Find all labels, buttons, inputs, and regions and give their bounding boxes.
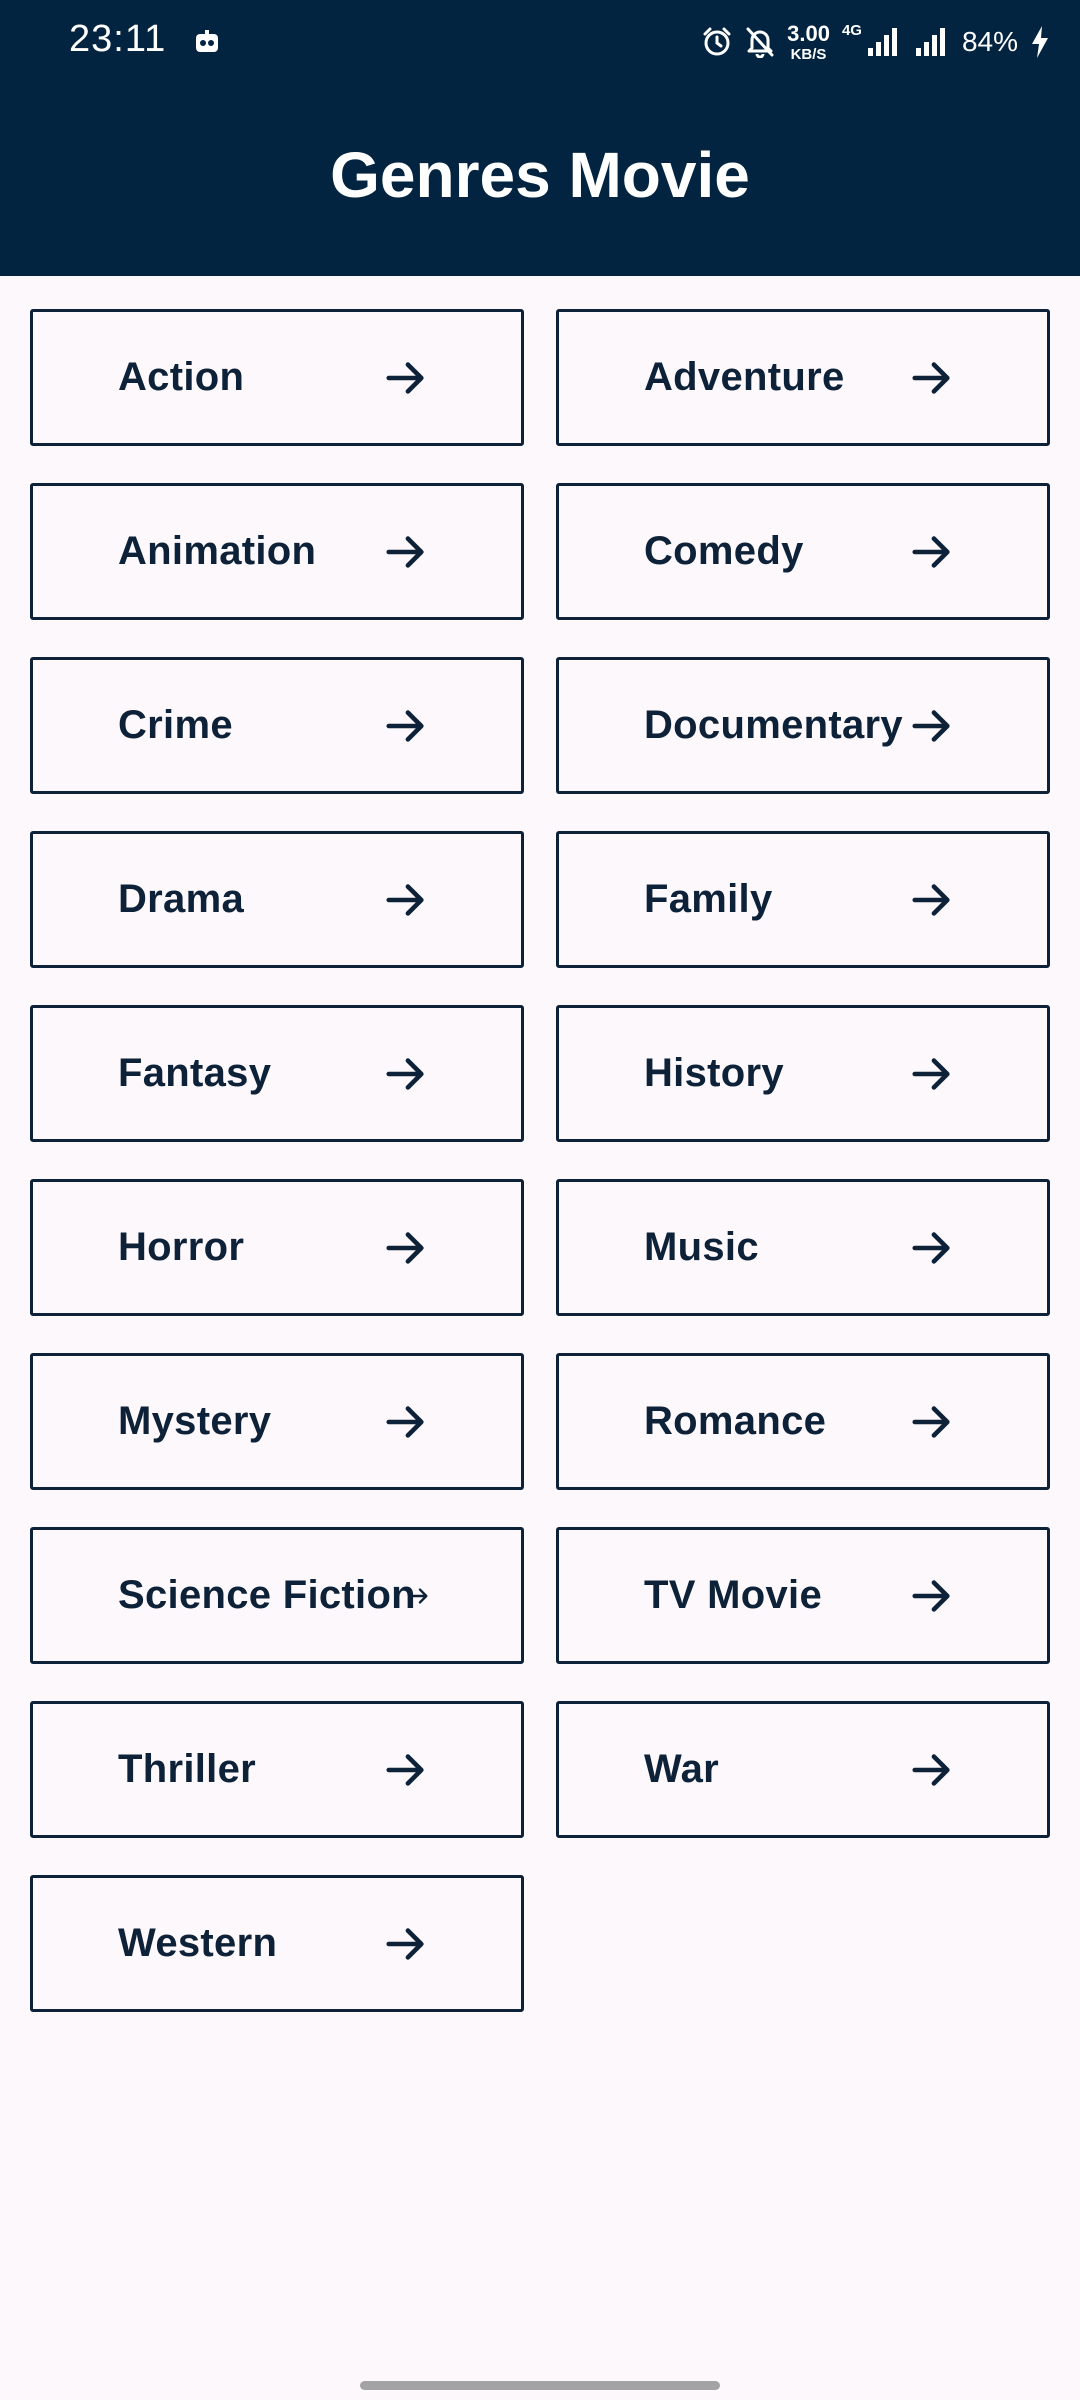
genre-label: Documentary	[644, 703, 903, 747]
net-speed-unit: KB/S	[790, 45, 827, 63]
app-bar: 23:11 3.00 KB/S 4G 84% Genres Movie	[0, 0, 1080, 276]
genre-label: Horror	[118, 1225, 245, 1269]
genre-card-tv-movie[interactable]: TV Movie	[556, 1527, 1050, 1664]
genre-card-fantasy[interactable]: Fantasy	[30, 1005, 524, 1142]
status-time: 23:11	[69, 18, 167, 60]
genre-card-crime[interactable]: Crime	[30, 657, 524, 794]
genre-card-thriller[interactable]: Thriller	[30, 1701, 524, 1838]
genre-label: Comedy	[644, 529, 804, 573]
arrow-right-icon	[912, 361, 950, 394]
arrow-right-icon	[912, 1057, 950, 1090]
network-type: 4G	[841, 22, 862, 39]
genre-card-comedy[interactable]: Comedy	[556, 483, 1050, 620]
net-speed: 3.00 KB/S	[787, 20, 830, 63]
arrow-right-icon	[386, 1405, 424, 1438]
genre-card-mystery[interactable]: Mystery	[30, 1353, 524, 1490]
genre-card-western[interactable]: Western	[30, 1875, 524, 2012]
genre-label: Fantasy	[118, 1051, 272, 1095]
arrow-right-icon	[912, 883, 950, 916]
notification-app-icon	[196, 30, 218, 52]
genre-label: Adventure	[644, 355, 845, 399]
arrow-right-icon	[386, 1753, 424, 1786]
page-title: Genres Movie	[330, 139, 750, 211]
genre-card-science-fiction[interactable]: Science Fiction	[30, 1527, 524, 1664]
genre-card-history[interactable]: History	[556, 1005, 1050, 1142]
signal-icon	[867, 28, 897, 56]
genre-label: War	[644, 1747, 719, 1791]
genre-card-war[interactable]: War	[556, 1701, 1050, 1838]
arrow-right-icon	[912, 1579, 950, 1612]
genre-card-horror[interactable]: Horror	[30, 1179, 524, 1316]
genre-label: Music	[644, 1225, 759, 1269]
signal-icon	[915, 28, 945, 56]
arrow-right-icon	[912, 1753, 950, 1786]
genre-label: Drama	[118, 877, 245, 921]
genre-grid: Action Adventure Animation Comedy Crime …	[30, 309, 1050, 2012]
genre-label: Science Fiction	[118, 1573, 416, 1617]
status-icons: 3.00 KB/S 4G 84%	[701, 16, 1050, 68]
alarm-icon	[703, 27, 731, 56]
genre-label: Romance	[644, 1399, 827, 1443]
genre-label: Action	[118, 355, 245, 399]
genre-label: Western	[118, 1921, 278, 1965]
genre-card-animation[interactable]: Animation	[30, 483, 524, 620]
arrow-right-icon	[386, 361, 424, 394]
genre-label: TV Movie	[644, 1573, 822, 1617]
charging-icon	[1032, 26, 1048, 58]
arrow-right-icon	[386, 1057, 424, 1090]
arrow-right-icon	[386, 1927, 424, 1960]
home-indicator[interactable]	[360, 2381, 720, 2390]
genre-label: Family	[644, 877, 773, 921]
genre-label: History	[644, 1051, 784, 1095]
genre-card-documentary[interactable]: Documentary	[556, 657, 1050, 794]
arrow-right-icon	[912, 535, 950, 568]
genre-label: Mystery	[118, 1399, 272, 1443]
bell-off-icon	[746, 27, 774, 58]
genre-label: Crime	[118, 703, 233, 747]
arrow-right-icon	[912, 709, 950, 742]
arrow-right-icon	[386, 535, 424, 568]
genre-card-action[interactable]: Action	[30, 309, 524, 446]
genre-card-romance[interactable]: Romance	[556, 1353, 1050, 1490]
arrow-right-icon	[409, 1587, 428, 1604]
arrow-right-icon	[386, 883, 424, 916]
arrow-right-icon	[386, 1231, 424, 1264]
net-speed-value: 3.00	[787, 20, 830, 46]
genre-card-family[interactable]: Family	[556, 831, 1050, 968]
genre-card-drama[interactable]: Drama	[30, 831, 524, 968]
genre-label: Animation	[118, 529, 317, 573]
genre-card-adventure[interactable]: Adventure	[556, 309, 1050, 446]
genre-card-music[interactable]: Music	[556, 1179, 1050, 1316]
battery-percent: 84%	[961, 26, 1018, 57]
arrow-right-icon	[912, 1405, 950, 1438]
arrow-right-icon	[912, 1231, 950, 1264]
status-bar: 23:11 3.00 KB/S 4G 84%	[0, 0, 1080, 84]
arrow-right-icon	[386, 709, 424, 742]
genre-label: Thriller	[118, 1747, 256, 1791]
